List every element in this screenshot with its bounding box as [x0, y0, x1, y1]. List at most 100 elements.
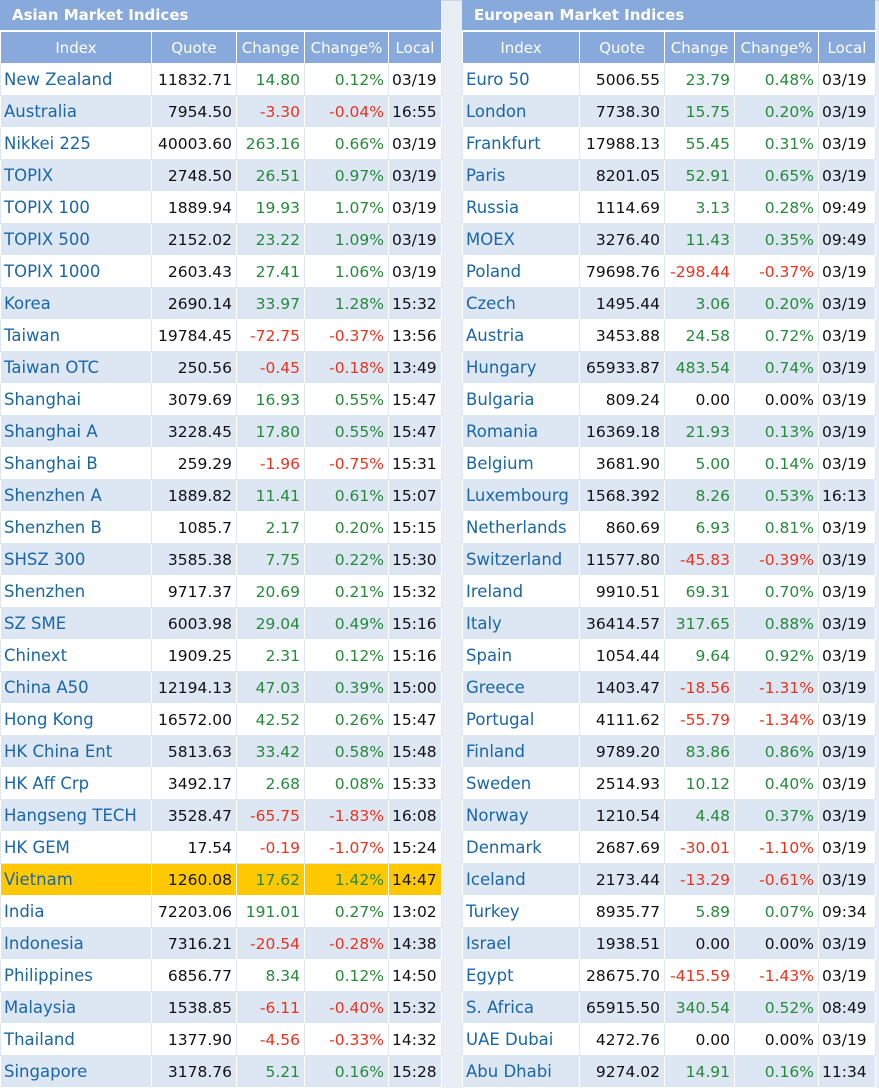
index-name[interactable]: Greece	[462, 671, 580, 704]
index-name[interactable]: Egypt	[462, 959, 580, 992]
column-header-change[interactable]: Change	[664, 31, 735, 64]
index-name[interactable]: TOPIX	[0, 159, 152, 192]
index-name[interactable]: Shanghai A	[0, 415, 152, 448]
index-name[interactable]: MOEX	[462, 223, 580, 256]
index-name[interactable]: China A50	[0, 671, 152, 704]
index-name[interactable]: Australia	[0, 95, 152, 128]
quote-value: 17988.13	[579, 127, 665, 160]
index-name[interactable]: Shanghai B	[0, 447, 152, 480]
change-value: 52.91	[664, 159, 735, 192]
index-name[interactable]: Norway	[462, 799, 580, 832]
quote-value: 1568.392	[579, 479, 665, 512]
index-name[interactable]: Indonesia	[0, 927, 152, 960]
quote-value: 4272.76	[579, 1023, 665, 1056]
index-name[interactable]: Romania	[462, 415, 580, 448]
change-percent-value: -0.61%	[734, 863, 819, 896]
quote-value: 1538.85	[151, 991, 237, 1024]
index-name[interactable]: Shenzhen A	[0, 479, 152, 512]
index-name[interactable]: UAE Dubai	[462, 1023, 580, 1056]
index-name[interactable]: TOPIX 100	[0, 191, 152, 224]
index-name[interactable]: New Zealand	[0, 63, 152, 96]
index-name[interactable]: Iceland	[462, 863, 580, 896]
index-name[interactable]: SHSZ 300	[0, 543, 152, 576]
index-name[interactable]: Hangseng TECH	[0, 799, 152, 832]
index-name[interactable]: HK Aff Crp	[0, 767, 152, 800]
column-header-index[interactable]: Index	[462, 31, 580, 64]
index-name[interactable]: Taiwan OTC	[0, 351, 152, 384]
index-name[interactable]: Israel	[462, 927, 580, 960]
index-name[interactable]: Shanghai	[0, 383, 152, 416]
index-name[interactable]: Shenzhen	[0, 575, 152, 608]
index-name[interactable]: TOPIX 500	[0, 223, 152, 256]
change-percent-value: -1.10%	[734, 831, 819, 864]
index-name[interactable]: Sweden	[462, 767, 580, 800]
quote-value: 1377.90	[151, 1023, 237, 1056]
change-value: -65.75	[236, 799, 305, 832]
index-name[interactable]: HK China Ent	[0, 735, 152, 768]
change-percent-value: 0.74%	[734, 351, 819, 384]
quote-value: 3079.69	[151, 383, 237, 416]
index-name[interactable]: Luxembourg	[462, 479, 580, 512]
index-name[interactable]: Bulgaria	[462, 383, 580, 416]
index-name[interactable]: Netherlands	[462, 511, 580, 544]
column-header-change-percent[interactable]: Change%	[734, 31, 819, 64]
index-name[interactable]: Belgium	[462, 447, 580, 480]
index-name[interactable]: SZ SME	[0, 607, 152, 640]
index-name[interactable]: Singapore	[0, 1055, 152, 1088]
index-name[interactable]: Hong Kong	[0, 703, 152, 736]
quote-value: 9274.02	[579, 1055, 665, 1088]
index-name[interactable]: Denmark	[462, 831, 580, 864]
index-name[interactable]: S. Africa	[462, 991, 580, 1024]
local-time: 16:08	[388, 799, 442, 832]
index-name[interactable]: Paris	[462, 159, 580, 192]
index-name[interactable]: Turkey	[462, 895, 580, 928]
index-name[interactable]: Chinext	[0, 639, 152, 672]
column-header-index[interactable]: Index	[0, 31, 152, 64]
quote-value: 250.56	[151, 351, 237, 384]
column-header-change[interactable]: Change	[236, 31, 305, 64]
index-name[interactable]: Finland	[462, 735, 580, 768]
index-name[interactable]: India	[0, 895, 152, 928]
quote-value: 2690.14	[151, 287, 237, 320]
change-value: 17.62	[236, 863, 305, 896]
index-name[interactable]: Austria	[462, 319, 580, 352]
quote-value: 2152.02	[151, 223, 237, 256]
index-name[interactable]: Russia	[462, 191, 580, 224]
column-header-local-time[interactable]: Local	[818, 31, 876, 64]
index-name[interactable]: HK GEM	[0, 831, 152, 864]
index-name[interactable]: Malaysia	[0, 991, 152, 1024]
index-name[interactable]: Frankfurt	[462, 127, 580, 160]
change-value: 191.01	[236, 895, 305, 928]
index-name[interactable]: Hungary	[462, 351, 580, 384]
column-header-quote[interactable]: Quote	[151, 31, 237, 64]
quote-value: 9717.37	[151, 575, 237, 608]
change-percent-value: 0.55%	[304, 383, 389, 416]
index-name[interactable]: Switzerland	[462, 543, 580, 576]
column-header-local-time[interactable]: Local	[388, 31, 442, 64]
index-name[interactable]: Korea	[0, 287, 152, 320]
column-header-quote[interactable]: Quote	[579, 31, 665, 64]
index-name[interactable]: Vietnam	[0, 863, 152, 896]
index-name[interactable]: Thailand	[0, 1023, 152, 1056]
index-name[interactable]: Portugal	[462, 703, 580, 736]
index-name[interactable]: Nikkei 225	[0, 127, 152, 160]
index-name[interactable]: London	[462, 95, 580, 128]
index-name[interactable]: Abu Dhabi	[462, 1055, 580, 1088]
change-value: -0.19	[236, 831, 305, 864]
change-value: 3.13	[664, 191, 735, 224]
index-name[interactable]: Euro 50	[462, 63, 580, 96]
column-header-change-percent[interactable]: Change%	[304, 31, 389, 64]
index-name[interactable]: Shenzhen B	[0, 511, 152, 544]
index-name[interactable]: Ireland	[462, 575, 580, 608]
quote-value: 3276.40	[579, 223, 665, 256]
index-name[interactable]: Italy	[462, 607, 580, 640]
index-name[interactable]: Czech	[462, 287, 580, 320]
index-name[interactable]: Poland	[462, 255, 580, 288]
index-name[interactable]: Spain	[462, 639, 580, 672]
change-percent-value: -1.31%	[734, 671, 819, 704]
index-name[interactable]: Taiwan	[0, 319, 152, 352]
local-time: 03/19	[818, 799, 876, 832]
table-row: Hangseng TECH 3528.47 -65.75 -1.83% 16:08	[0, 799, 442, 832]
index-name[interactable]: Philippines	[0, 959, 152, 992]
index-name[interactable]: TOPIX 1000	[0, 255, 152, 288]
